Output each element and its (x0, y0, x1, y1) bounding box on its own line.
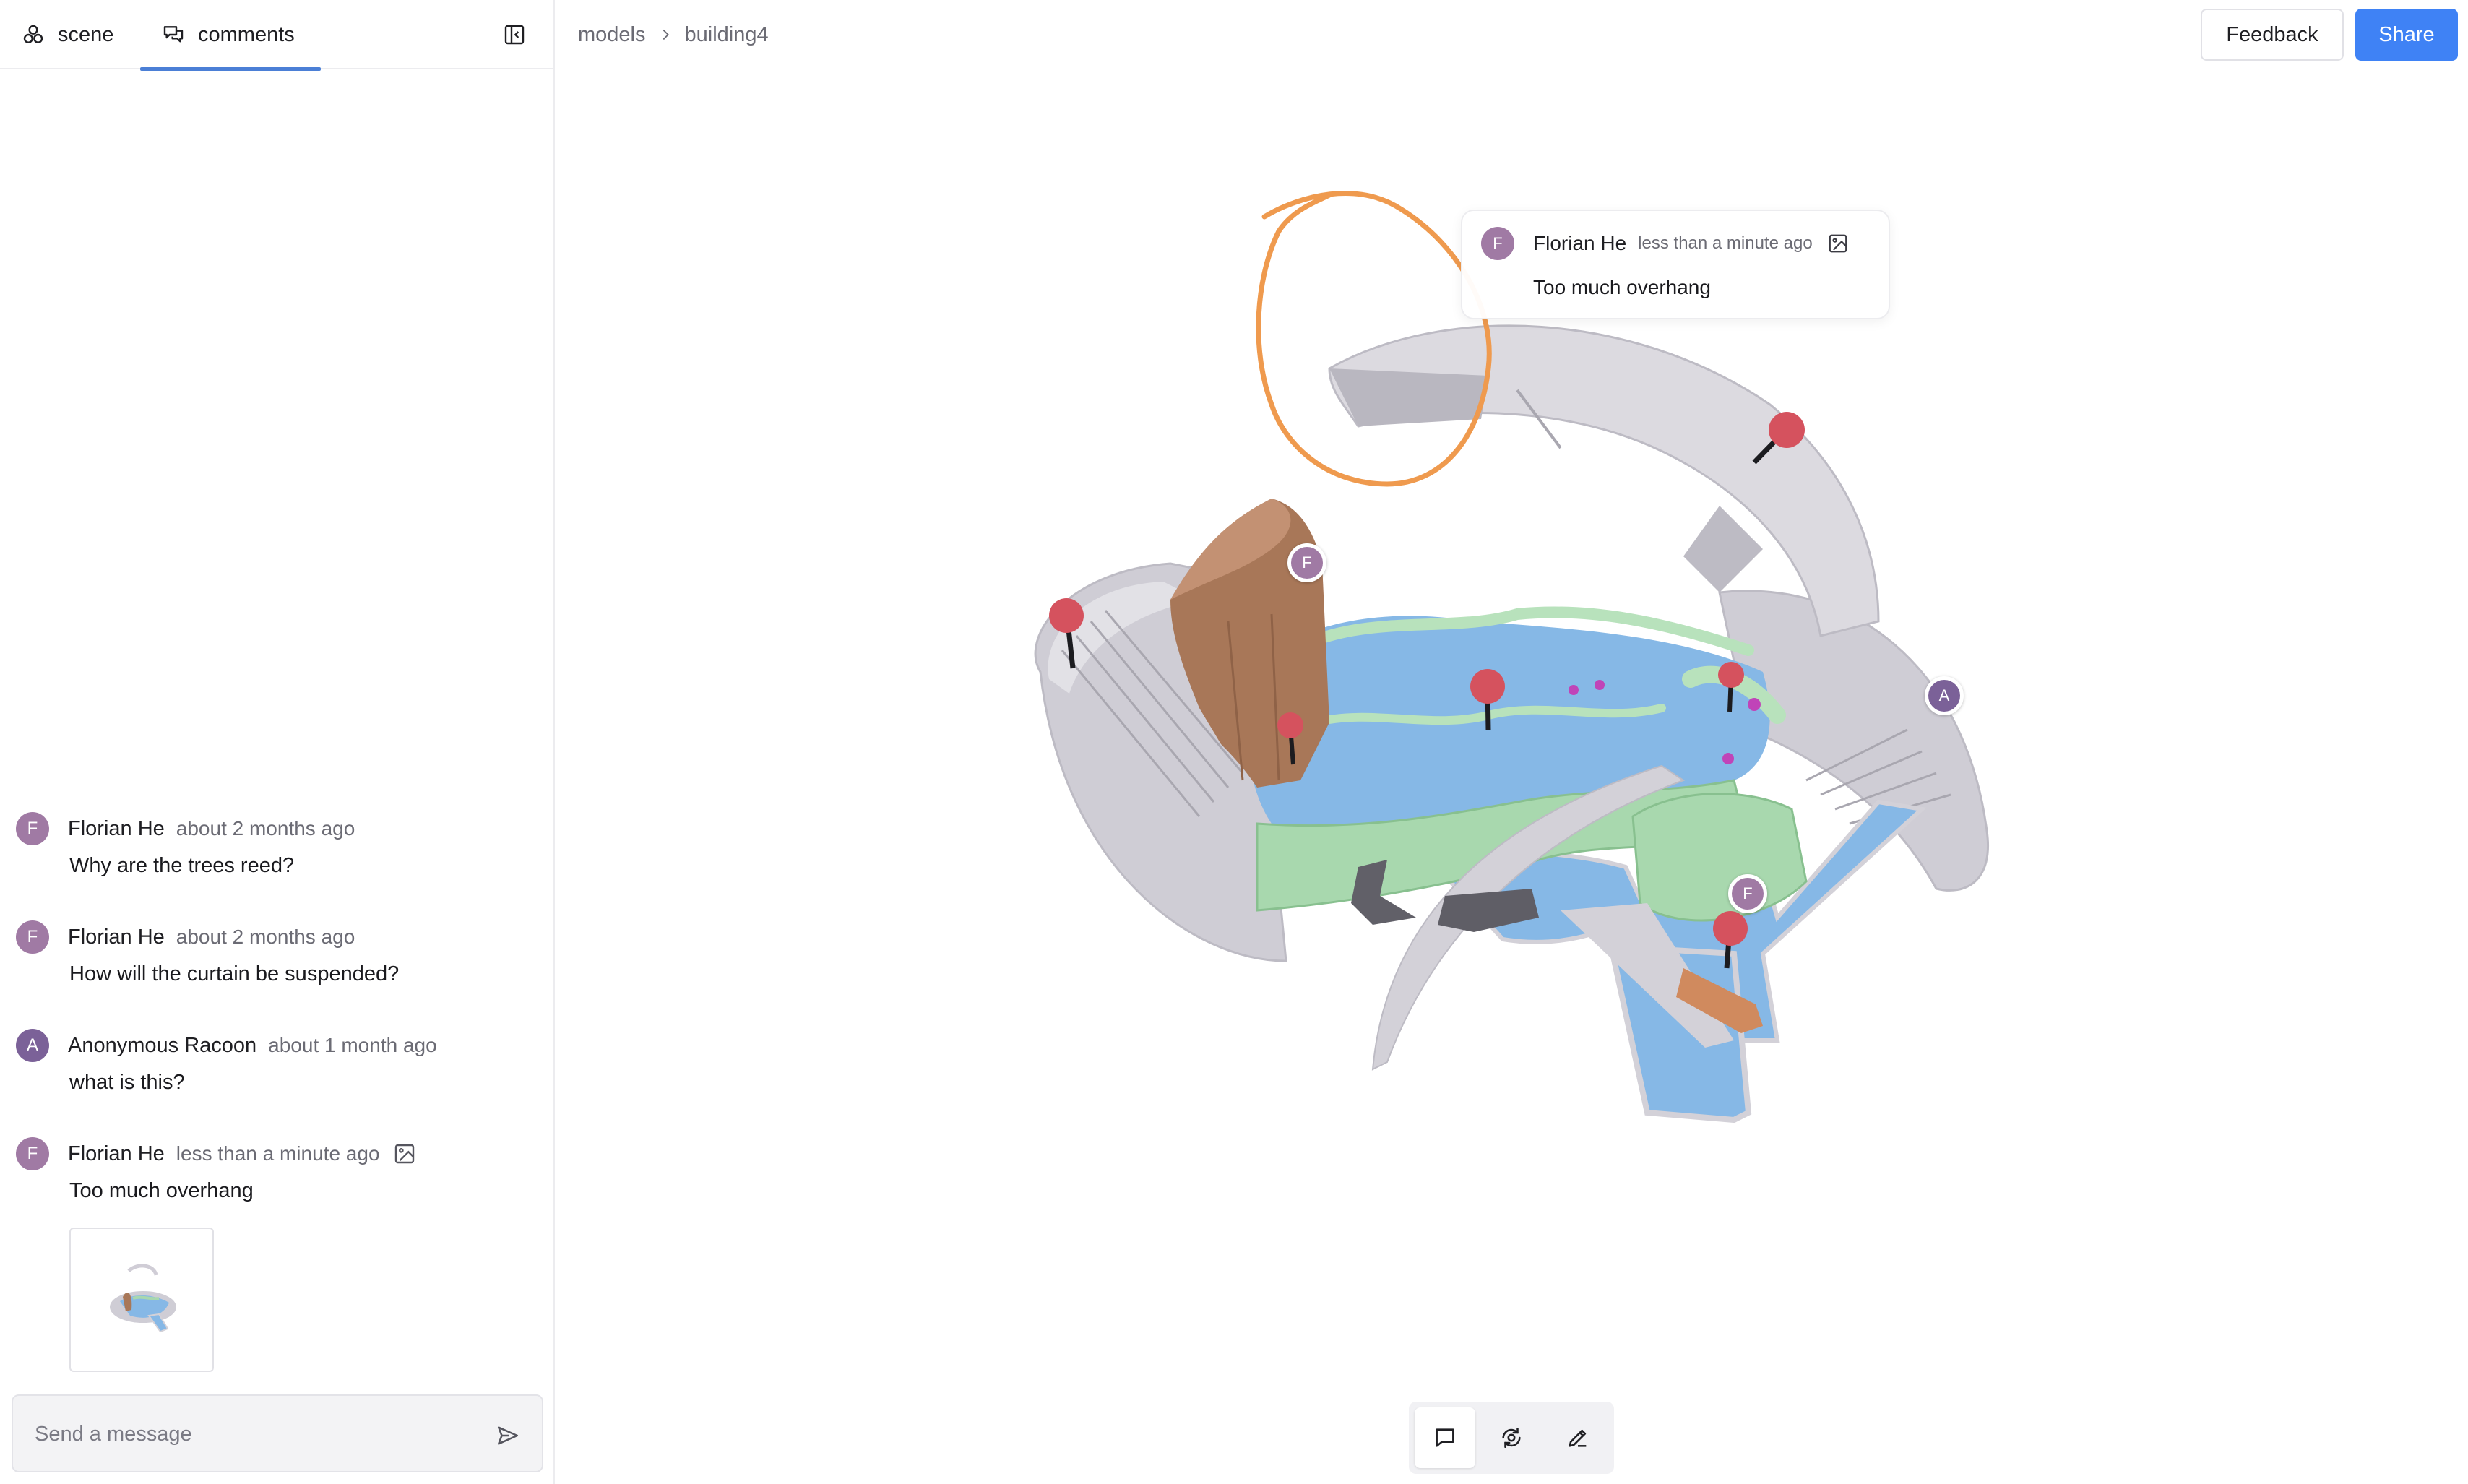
comment-marker[interactable]: F (1287, 543, 1326, 582)
comment-author: Anonymous Racoon (68, 1033, 257, 1057)
message-input[interactable] (35, 1416, 468, 1452)
comment-icon (1436, 1428, 1454, 1447)
viewport-toolbar (1409, 1402, 1614, 1474)
comment-author: Florian He (68, 1142, 165, 1165)
tab-comments[interactable]: comments (140, 0, 321, 71)
feedback-button[interactable]: Feedback (2201, 9, 2344, 61)
pencil-icon (1569, 1429, 1587, 1447)
breadcrumb-item-building4[interactable]: building4 (685, 23, 769, 47)
comment-text: what is this? (69, 1071, 185, 1094)
comment-text: Too much overhang (69, 1179, 254, 1202)
comment-marker[interactable]: F (1728, 874, 1767, 913)
scene-icon (23, 25, 43, 43)
avatar: F (16, 812, 49, 845)
avatar: F (16, 920, 49, 954)
comment-time: about 1 month ago (268, 1034, 437, 1056)
comment-item[interactable]: F Florian He about 2 months ago How will… (16, 920, 536, 986)
send-button[interactable] (493, 1420, 523, 1451)
comment-popup[interactable]: F Florian He less than a minute ago Too … (1461, 210, 1890, 319)
comments-icon (163, 26, 184, 43)
breadcrumb: models building4 (578, 20, 769, 49)
app-root: scene comments F Florian He about 2 mont… (0, 0, 2468, 1484)
comment-time: about 2 months ago (176, 817, 355, 840)
comment-time: about 2 months ago (176, 926, 355, 948)
comment-tool-button[interactable] (1415, 1407, 1475, 1468)
comment-text: Why are the trees reed? (69, 854, 295, 877)
collapse-sidebar-button[interactable] (501, 22, 527, 48)
send-icon (497, 1426, 519, 1445)
comment-author: Florian He (68, 925, 165, 949)
sidebar: scene comments F Florian He about 2 mont… (0, 0, 555, 1484)
comment-item[interactable]: F Florian He about 2 months ago Why are … (16, 812, 536, 878)
comment-image-thumbnail[interactable] (69, 1228, 214, 1372)
draw-tool-button[interactable] (1548, 1407, 1608, 1468)
image-attachment-icon[interactable] (1827, 233, 1849, 254)
thumbnail-scene-image (110, 1264, 176, 1333)
popup-author: Florian He (1533, 232, 1627, 254)
avatar: F (1481, 227, 1514, 260)
sidebar-tabs: scene comments (0, 0, 553, 71)
share-button[interactable]: Share (2355, 9, 2458, 61)
chevron-right-icon (663, 29, 669, 40)
comment-time: less than a minute ago (176, 1142, 380, 1165)
orbit-tool-button[interactable] (1481, 1407, 1542, 1468)
tab-scene-label: scene (58, 22, 114, 46)
avatar: A (16, 1029, 49, 1062)
popup-time: less than a minute ago (1638, 233, 1813, 253)
sidebar-collapse-icon (504, 25, 525, 45)
comment-text: How will the curtain be suspended? (69, 962, 400, 985)
comment-marker[interactable]: A (1925, 676, 1964, 715)
tab-scene[interactable]: scene (22, 0, 113, 69)
image-attachment-icon (394, 1144, 414, 1164)
breadcrumb-item-models[interactable]: models (578, 23, 646, 47)
comment-item[interactable]: F Florian He less than a minute ago Too … (16, 1137, 536, 1372)
comment-item[interactable]: A Anonymous Racoon about 1 month ago wha… (16, 1029, 536, 1095)
orbit-icon (1502, 1427, 1521, 1449)
avatar: F (16, 1137, 49, 1170)
tab-comments-label: comments (198, 22, 295, 46)
message-composer (12, 1394, 543, 1472)
popup-text: Too much overhang (1533, 276, 1711, 298)
comment-author: Florian He (68, 816, 165, 840)
